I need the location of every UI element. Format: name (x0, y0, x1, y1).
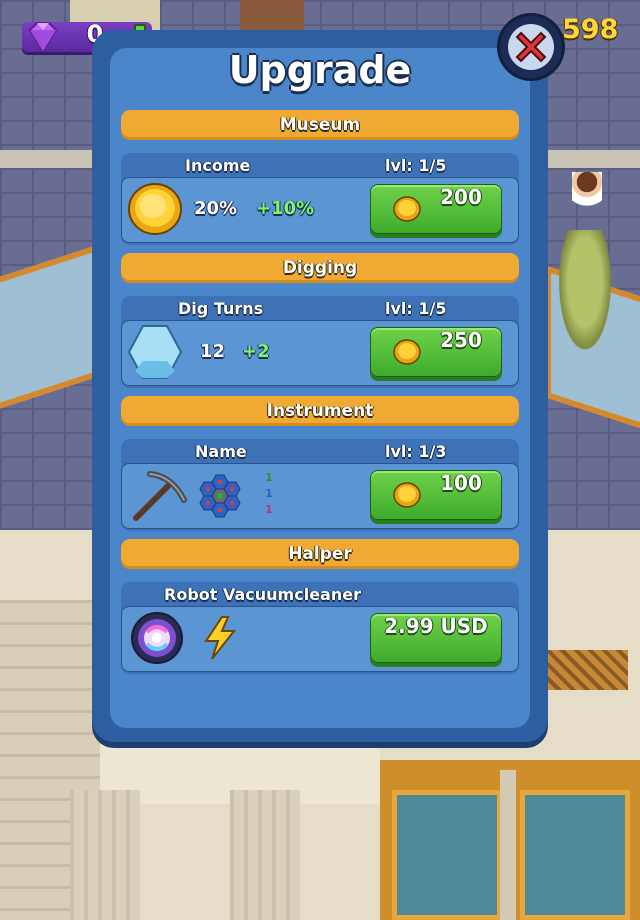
legend-value: 1 (265, 503, 273, 516)
card-label: Dig Turns (178, 299, 264, 318)
upgrade-card-robot-vacuum: Robot Vacuumcleaner 2.99 USD (121, 582, 519, 674)
shop-window (392, 790, 502, 920)
card-body: 2.99 USD (121, 606, 519, 672)
close-icon (515, 31, 547, 63)
coin-icon (393, 482, 421, 508)
section-header-instrument: Instrument (121, 396, 519, 426)
ornate-trim (548, 650, 628, 690)
hex-grid-pattern-icon (199, 474, 241, 518)
level-label: lvl: 1/5 (385, 299, 447, 318)
shop-pillar (500, 770, 516, 920)
gold-coin-icon (128, 183, 182, 235)
card-body: 1 1 1 100 (121, 463, 519, 529)
legend-value: 1 (265, 487, 273, 500)
upgrade-card-income: Income lvl: 1/5 20% +10% 200 (121, 153, 519, 245)
pattern-legend: 1 1 1 (262, 470, 276, 518)
section-header-museum: Museum (121, 110, 519, 140)
buy-button-robot-vacuum[interactable]: 2.99 USD (370, 613, 502, 663)
lightning-bolt-icon (204, 616, 237, 660)
section-header-digging: Digging (121, 253, 519, 283)
hexagon-tile-icon (127, 325, 183, 379)
buy-button-instrument[interactable]: 100 (370, 470, 502, 520)
robot-vacuum-icon (131, 612, 183, 664)
card-label: Robot Vacuumcleaner (164, 585, 361, 604)
panel-title: Upgrade (228, 48, 412, 92)
buy-button-income[interactable]: 200 (370, 184, 502, 234)
pickaxe-icon (133, 471, 187, 521)
price-label: 2.99 USD (384, 614, 488, 638)
level-label: lvl: 1/5 (385, 156, 447, 175)
card-label: Income (185, 156, 251, 175)
card-label: Name (195, 442, 247, 461)
level-label: lvl: 1/3 (385, 442, 447, 461)
price-label: 200 (440, 185, 482, 209)
close-button[interactable] (500, 16, 562, 78)
close-button-face[interactable] (508, 24, 554, 70)
upgrade-card-instrument: Name lvl: 1/3 1 1 1 100 (121, 439, 519, 531)
stat-value: 20% (194, 198, 238, 219)
buy-button-dig-turns[interactable]: 250 (370, 327, 502, 377)
building-column (230, 790, 300, 920)
stat-bonus: +2 (242, 341, 270, 362)
crate (240, 0, 304, 30)
upgrade-card-dig-turns: Dig Turns lvl: 1/5 12 +2 250 (121, 296, 519, 388)
stat-value: 12 (200, 341, 226, 362)
price-label: 100 (440, 471, 482, 495)
card-body: 20% +10% 200 (121, 177, 519, 243)
legend-value: 1 (265, 471, 273, 484)
building-column (70, 790, 140, 920)
visitor-character (572, 172, 602, 212)
exhibit-statue (555, 230, 615, 360)
price-label: 250 (440, 328, 482, 352)
card-body: 12 +2 250 (121, 320, 519, 386)
shop-window (520, 790, 630, 920)
section-header-helper: Halper (121, 539, 519, 569)
coin-icon (393, 196, 421, 222)
coin-count: 598 (562, 14, 619, 45)
gem-icon (28, 22, 58, 53)
stat-bonus: +10% (256, 198, 315, 219)
coin-icon (393, 339, 421, 365)
